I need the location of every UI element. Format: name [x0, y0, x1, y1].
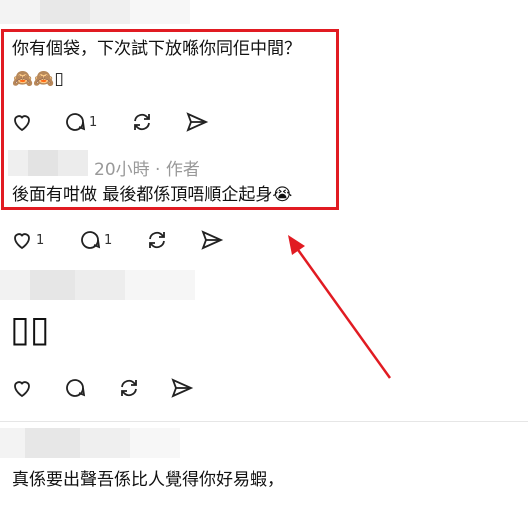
share-icon: [170, 376, 194, 400]
share-button[interactable]: [170, 376, 194, 400]
heart-icon: [10, 376, 34, 400]
post-text: ▯▯: [10, 309, 50, 350]
post-actions: [10, 376, 210, 400]
comment-icon: [63, 376, 87, 400]
reply-button[interactable]: [63, 376, 87, 400]
blurred-username: [0, 270, 195, 300]
blurred-username: [0, 428, 180, 458]
like-button[interactable]: [10, 376, 34, 400]
repost-icon: [117, 376, 141, 400]
divider: [0, 421, 528, 422]
repost-button[interactable]: [117, 376, 141, 400]
post-text: 真係要出聲吾係比人覺得你好易蝦，: [12, 470, 284, 490]
